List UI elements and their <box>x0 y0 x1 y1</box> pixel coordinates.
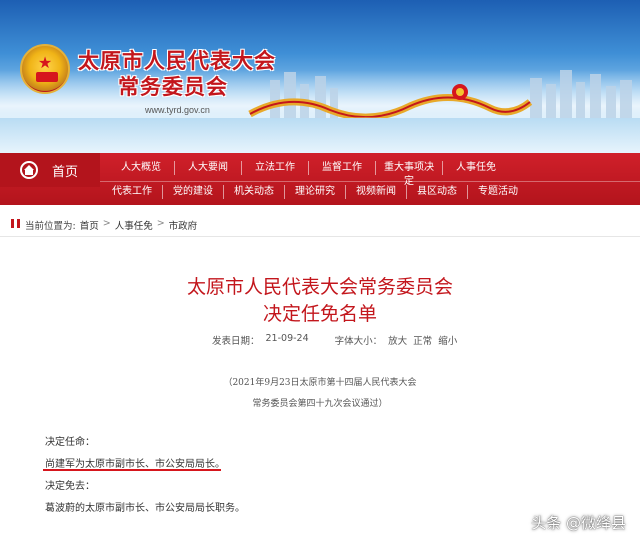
font-shrink-link[interactable]: 缩小 <box>438 333 457 347</box>
font-normal-link[interactable]: 正常 <box>413 333 432 347</box>
nav-home-label: 首页 <box>52 165 79 180</box>
lake-reflection <box>0 118 640 153</box>
appoint-text: 尚建军为太原市副市长、市公安局局长。 <box>45 459 225 470</box>
highlight-underline <box>43 469 221 471</box>
font-size-label: 字体大小： <box>334 336 383 347</box>
adoption-note-line2: 常务委员会第四十九次会议通过） <box>252 399 388 409</box>
article-meta: 发表日期： 21-09-24 字体大小： 放大 正常 缩小 <box>212 333 457 347</box>
nav-item-news[interactable]: 人大要闻 <box>174 161 241 175</box>
article-title-line2: 决定任免名单 <box>262 303 377 325</box>
nav-row-secondary: 代表工作 党的建设 机关动态 理论研究 视频新闻 县区动态 专题活动 <box>102 185 528 199</box>
site-title: 太原市人民代表大会 常务委员会 <box>78 48 276 100</box>
nav-item-video-news[interactable]: 视频新闻 <box>345 185 406 199</box>
publish-date: 21-09-24 <box>265 333 309 344</box>
site-title-line2: 常务委员会 <box>118 74 228 99</box>
national-emblem-logo: ★ <box>20 44 70 94</box>
breadcrumb-separator: > <box>102 218 111 229</box>
adoption-note-line1: （2021年9月23日太原市第十四届人民代表大会 <box>223 378 417 388</box>
nav-home-button[interactable]: 首页 <box>0 153 100 187</box>
nav-item-overview[interactable]: 人大概览 <box>108 161 174 175</box>
article-title-line1: 太原市人民代表大会常务委员会 <box>186 276 453 298</box>
nav-divider <box>100 181 640 182</box>
location-icon <box>11 216 20 231</box>
breadcrumb-city-government-link[interactable]: 市政府 <box>169 218 198 232</box>
main-nav: 首页 人大概览 人大要闻 立法工作 监督工作 重大事项决定 人事任免 代表工作 … <box>0 153 640 205</box>
breadcrumb-appointments-link[interactable]: 人事任免 <box>115 218 153 232</box>
watermark: 头条 @微绛县 <box>531 514 626 532</box>
breadcrumb-home-link[interactable]: 首页 <box>80 218 99 232</box>
breadcrumb-prefix: 当前位置为: <box>25 221 76 232</box>
remove-text: 葛波蔚的太原市副市长、市公安局局长职务。 <box>45 503 245 514</box>
nav-item-agency-news[interactable]: 机关动态 <box>223 185 284 199</box>
nav-item-special-topics[interactable]: 专题活动 <box>467 185 528 199</box>
nav-item-legislation[interactable]: 立法工作 <box>241 161 308 175</box>
nav-item-appointments[interactable]: 人事任免 <box>442 161 509 175</box>
nav-item-theory[interactable]: 理论研究 <box>284 185 345 199</box>
header-banner: ★ 太原市人民代表大会 常务委员会 www.tyrd.gov.cn <box>0 0 640 153</box>
nav-item-deputy-work[interactable]: 代表工作 <box>102 185 162 199</box>
font-enlarge-link[interactable]: 放大 <box>388 333 407 347</box>
nav-item-major-decisions[interactable]: 重大事项决定 <box>375 161 442 187</box>
breadcrumb-separator: > <box>156 218 165 229</box>
nav-item-district-news[interactable]: 县区动态 <box>406 185 467 199</box>
site-url: www.tyrd.gov.cn <box>145 105 210 115</box>
date-label: 发表日期： <box>212 336 260 347</box>
nav-item-supervision[interactable]: 监督工作 <box>308 161 375 175</box>
nav-row-primary: 人大概览 人大要闻 立法工作 监督工作 重大事项决定 人事任免 <box>108 161 509 187</box>
breadcrumb: 当前位置为: 首页 > 人事任免 > 市政府 <box>0 212 640 237</box>
remove-label: 决定免去： <box>45 481 95 492</box>
nav-item-party-building[interactable]: 党的建设 <box>162 185 223 199</box>
appoint-label: 决定任命： <box>45 437 95 448</box>
home-icon <box>20 161 38 179</box>
site-title-line1: 太原市人民代表大会 <box>78 48 276 73</box>
